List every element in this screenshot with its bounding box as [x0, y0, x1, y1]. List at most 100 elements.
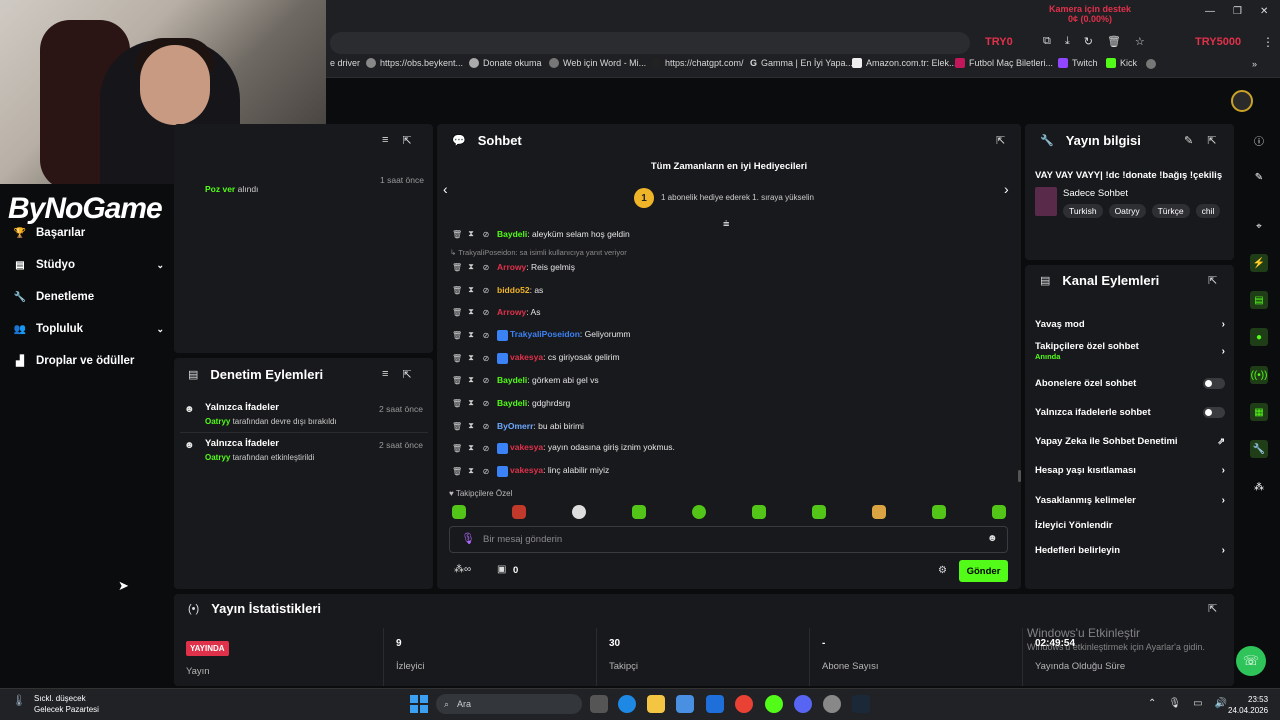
chevron-left-icon[interactable]: ‹ — [443, 181, 448, 197]
timeout-icon[interactable]: ⧗ — [467, 421, 475, 431]
ban-icon[interactable]: ⊘ — [482, 286, 490, 295]
emoji-picker-icon[interactable]: ☻ — [987, 533, 998, 544]
delete-icon[interactable]: 🗑 — [452, 467, 462, 476]
chat-username[interactable]: vakesya — [510, 442, 543, 452]
delete-icon[interactable]: 🗑 — [452, 308, 462, 317]
obs-icon[interactable] — [823, 695, 841, 713]
chat-username[interactable]: vakesya — [510, 465, 543, 475]
bookmark-2[interactable]: Donate okuma — [469, 58, 542, 68]
sidebar-item-community[interactable]: 👥 Topluluk ⌄ — [14, 319, 164, 339]
info-icon[interactable]: ⓘ — [1250, 131, 1268, 149]
store-icon[interactable] — [676, 695, 694, 713]
chat-username[interactable]: Baydeli — [497, 375, 527, 385]
chat-settings-icon[interactable]: ⚙ — [938, 565, 947, 576]
bookmark-0[interactable]: e driver — [330, 58, 360, 68]
collapse-icon[interactable]: ⩧ — [723, 218, 729, 231]
chat-username[interactable]: biddo52 — [497, 285, 530, 295]
delete-icon[interactable]: 🗑 — [452, 331, 462, 340]
weather-widget[interactable]: Sıckl. düşecek Gelecek Pazartesi — [34, 693, 99, 715]
extensions-icon[interactable]: ⧉ — [1043, 35, 1051, 48]
bookmark-1[interactable]: https://obs.beykent... — [366, 58, 463, 68]
action-raid[interactable]: İzleyici Yönlendir — [1035, 517, 1225, 533]
file-explorer-icon[interactable] — [647, 695, 665, 713]
document-icon[interactable]: ▤ — [1250, 291, 1268, 309]
bookmark-5[interactable]: G Gamma | En İyi Yapa... — [750, 58, 853, 68]
ban-icon[interactable]: ⊘ — [482, 263, 490, 272]
address-bar[interactable] — [330, 32, 970, 54]
chat-username[interactable]: Arrowy — [497, 307, 526, 317]
chat-username[interactable]: Baydeli — [497, 229, 527, 239]
star-icon[interactable]: ☆ — [1135, 35, 1145, 48]
layout-icon[interactable]: ▦ — [1250, 403, 1268, 421]
microphone-icon[interactable]: 🎙 — [1168, 698, 1181, 709]
chevron-right-icon[interactable]: › — [1004, 181, 1009, 197]
popout-icon[interactable]: ⇱ — [996, 134, 1005, 147]
filter-icon[interactable]: ≡ — [382, 134, 388, 147]
download-icon[interactable]: ⤓ — [1065, 35, 1070, 48]
taskbar-search[interactable]: ⌕ Ara — [436, 694, 582, 714]
bookmark-8[interactable]: Twitch — [1058, 58, 1098, 68]
volume-icon[interactable]: 🔊 — [1215, 698, 1227, 709]
wrench-icon[interactable]: 🔧 — [1250, 440, 1268, 458]
send-button[interactable]: Gönder — [959, 560, 1008, 582]
browser-menu-icon[interactable]: ⋮ — [1262, 35, 1274, 49]
delete-icon[interactable]: 🗑 — [452, 444, 462, 453]
timeout-icon[interactable]: ⧗ — [467, 285, 475, 295]
add-widget-icon[interactable]: ⁂ — [1250, 478, 1268, 496]
windows-start-icon[interactable] — [410, 695, 428, 713]
emote-icon[interactable] — [992, 505, 1006, 519]
popout-icon[interactable]: ⇱ — [1208, 274, 1217, 287]
chat-username[interactable]: Baydeli — [497, 398, 527, 408]
globe-icon[interactable] — [1146, 59, 1156, 69]
emote-icon[interactable] — [692, 505, 706, 519]
broadcast-icon[interactable]: ((•)) — [1250, 366, 1268, 384]
mail-icon[interactable] — [706, 695, 724, 713]
sidebar-item-drops[interactable]: ▟ Droplar ve ödüller — [14, 351, 164, 371]
bookmarks-more-icon[interactable]: » — [1252, 59, 1257, 69]
edit-icon[interactable]: ✎ — [1250, 168, 1268, 186]
popout-icon[interactable]: ⇱ — [402, 134, 411, 147]
emote-icon[interactable] — [572, 505, 586, 519]
task-view-icon[interactable] — [590, 695, 608, 713]
bookmark-4[interactable]: https://chatgpt.com/ — [651, 58, 744, 68]
ban-icon[interactable]: ⊘ — [482, 230, 490, 239]
trash-icon[interactable]: 🗑 — [1107, 35, 1121, 48]
bookmark-3[interactable]: Web için Word - Mi... — [549, 58, 646, 68]
history-icon[interactable]: ↻ — [1084, 35, 1093, 48]
emote-icon[interactable] — [872, 505, 886, 519]
delete-icon[interactable]: 🗑 — [452, 376, 462, 385]
microphone-icon[interactable]: 🎙 — [461, 532, 475, 545]
emote-icon[interactable] — [812, 505, 826, 519]
taskbar-clock[interactable]: 23:53 24.04.2026 — [1228, 694, 1268, 716]
ban-icon[interactable]: ⊘ — [482, 399, 490, 408]
chat-username[interactable]: vakesya — [510, 352, 543, 362]
support-chat-icon[interactable]: ☏ — [1236, 646, 1266, 676]
bookmark-7[interactable]: Futbol Maç Biletleri... — [955, 58, 1053, 68]
timeout-icon[interactable]: ⧗ — [467, 307, 475, 317]
target-icon[interactable]: ⌖ — [1250, 217, 1268, 235]
ban-icon[interactable]: ⊘ — [482, 376, 490, 385]
emote-icon[interactable] — [512, 505, 526, 519]
chat-username[interactable]: TrakyaliPoseidon — [510, 329, 580, 339]
action-ai-moderation[interactable]: Yapay Zeka ile Sohbet Denetimi ⇗ — [1035, 433, 1225, 449]
bookmark-9[interactable]: Kick — [1106, 58, 1137, 68]
emote-icon[interactable] — [632, 505, 646, 519]
chat-username[interactable]: Arrowy — [497, 262, 526, 272]
subscribers-only-toggle[interactable] — [1203, 377, 1225, 389]
ban-icon[interactable]: ⊘ — [482, 331, 490, 340]
ban-icon[interactable]: ⊘ — [482, 467, 490, 476]
emote-icon[interactable] — [752, 505, 766, 519]
action-account-age[interactable]: Hesap yaşı kısıtlaması › — [1035, 462, 1225, 478]
channel-points-icon[interactable]: ⁂∞ — [454, 564, 471, 575]
delete-icon[interactable]: 🗑 — [452, 286, 462, 295]
chat-username[interactable]: ByOmerr — [497, 421, 533, 431]
chat-bubble-icon[interactable]: ● — [1250, 328, 1268, 346]
ban-icon[interactable]: ⊘ — [482, 422, 490, 431]
edit-icon[interactable]: ✎ — [1184, 134, 1193, 147]
popout-icon[interactable]: ⇱ — [1207, 134, 1216, 147]
restore-icon[interactable]: ❐ — [1233, 6, 1242, 17]
avatar[interactable] — [1231, 90, 1253, 112]
sidebar-item-moderation[interactable]: 🔧 Denetleme — [14, 287, 164, 307]
action-followers-only[interactable]: Takipçilere özel sohbet Anında › — [1035, 341, 1225, 365]
timeout-icon[interactable]: ⧗ — [467, 262, 475, 272]
